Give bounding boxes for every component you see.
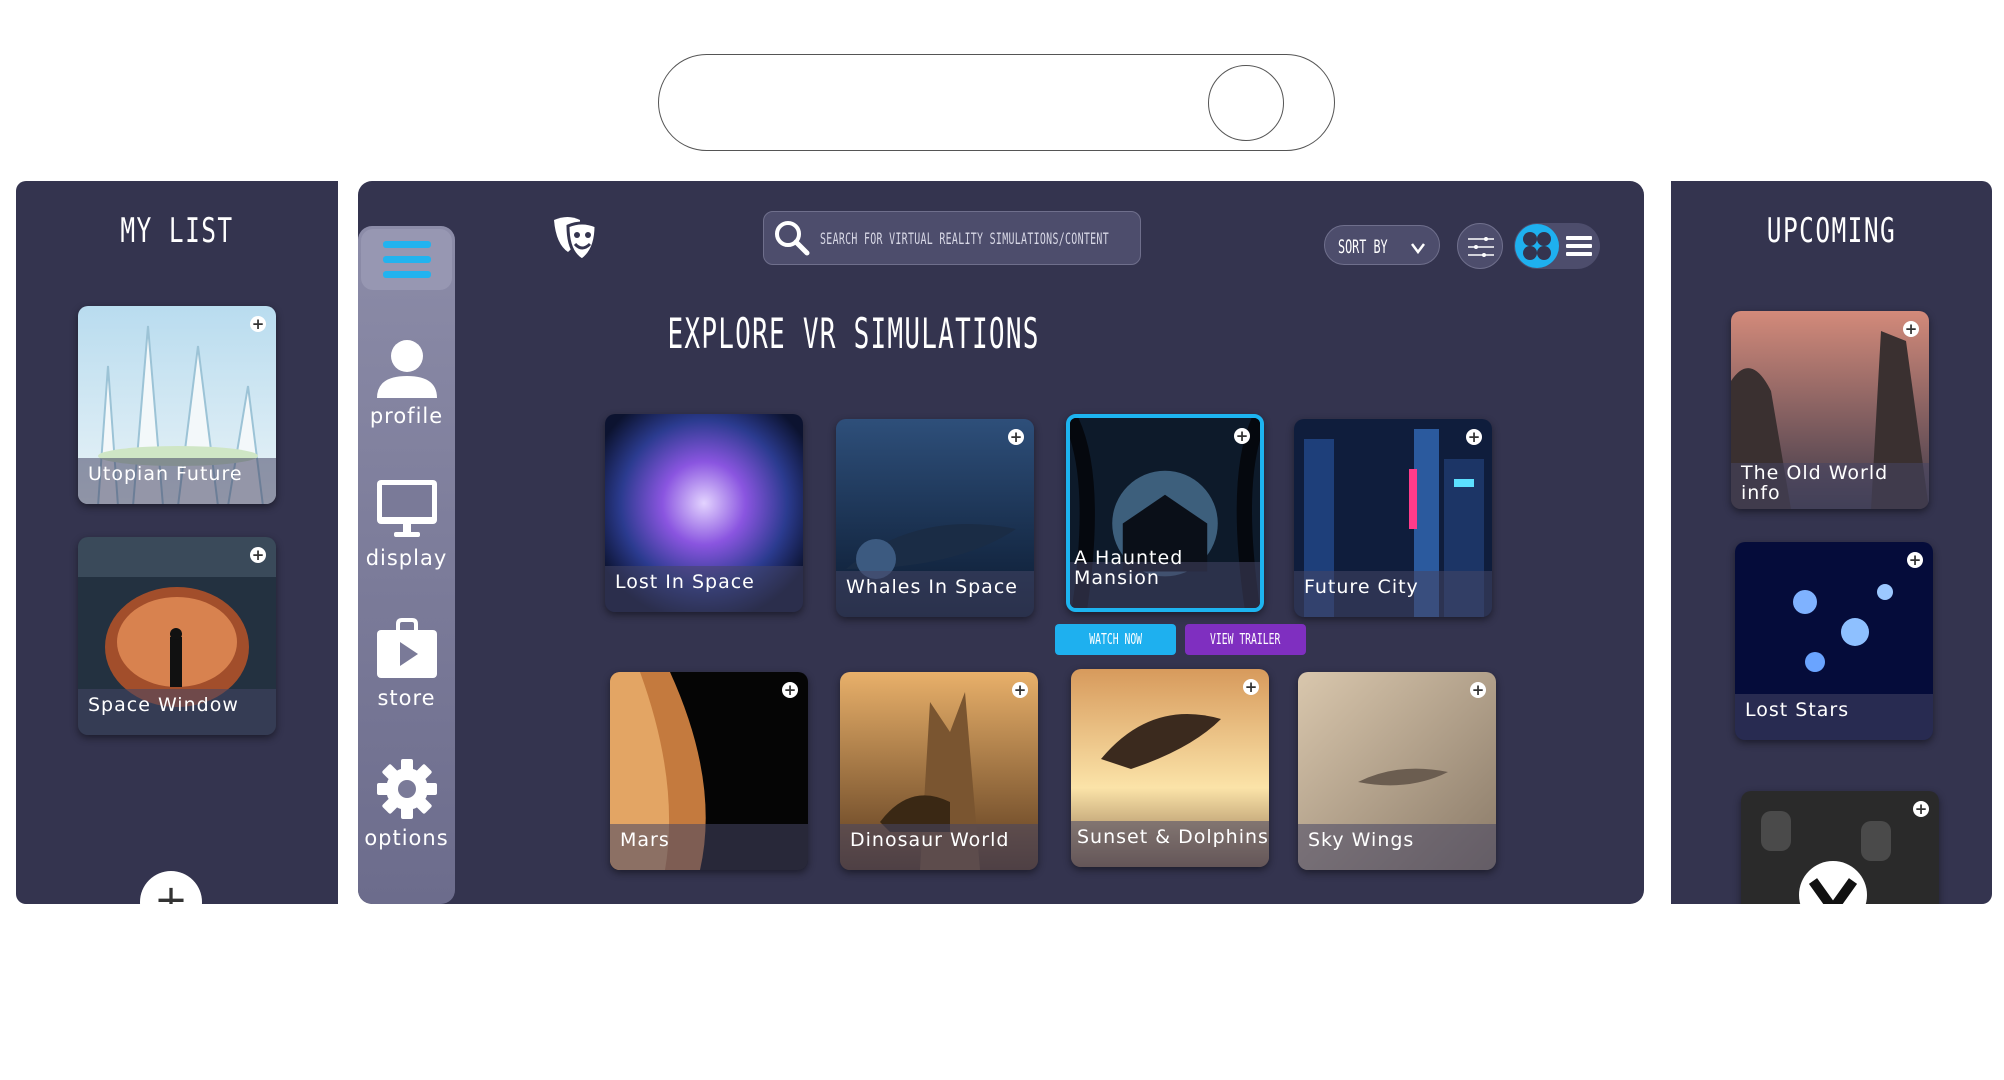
sim-card-mars[interactable]: Mars + — [610, 672, 808, 870]
plus-icon: + — [154, 877, 188, 904]
add-icon[interactable]: + — [1913, 801, 1929, 817]
card-label: Sky Wings — [1308, 829, 1415, 851]
theater-masks-logo — [548, 212, 602, 270]
chevron-down-icon — [1411, 243, 1425, 254]
my-list-title: MY LIST — [120, 211, 234, 251]
search-placeholder: SEARCH FOR VIRTUAL REALITY SIMULATIONS/C… — [820, 229, 1109, 248]
menu-line — [383, 241, 431, 248]
person-icon — [376, 340, 437, 398]
list-view-icon[interactable] — [1564, 231, 1594, 261]
rail-item-display[interactable]: display — [358, 478, 455, 570]
sim-card-sunset-dolphins[interactable]: Sunset & Dolphins + — [1071, 669, 1269, 867]
add-icon[interactable]: + — [1466, 429, 1482, 445]
add-icon[interactable]: + — [1008, 429, 1024, 445]
add-icon[interactable]: + — [250, 316, 266, 332]
my-list-panel: MY LIST Utopian Future + Space Window + … — [16, 181, 338, 904]
filter-button[interactable] — [1457, 223, 1503, 269]
rail-item-options[interactable]: options — [358, 758, 455, 850]
sim-card-sky-wings[interactable]: Sky Wings + — [1298, 672, 1496, 870]
card-label: Lost In Space — [615, 571, 755, 593]
rail-item-store[interactable]: store — [358, 618, 455, 710]
sim-card-whales-in-space[interactable]: Whales In Space + — [836, 419, 1034, 617]
search-icon — [775, 221, 810, 256]
watch-now-button[interactable]: WATCH NOW — [1055, 624, 1176, 655]
chevron-down-icon[interactable] — [1799, 861, 1867, 904]
sim-card-a-haunted-mansion[interactable]: A Haunted Mansion + — [1066, 414, 1264, 612]
sim-card-dinosaur-world[interactable]: Dinosaur World + — [840, 672, 1038, 870]
search-bar[interactable]: SEARCH FOR VIRTUAL REALITY SIMULATIONS/C… — [763, 211, 1141, 265]
hamburger-menu-button[interactable] — [361, 229, 452, 290]
view-trailer-button[interactable]: VIEW TRAILER — [1185, 624, 1306, 655]
card-label: Whales In Space — [846, 576, 1018, 598]
view-toggle[interactable] — [1514, 223, 1600, 269]
add-icon[interactable]: + — [1234, 428, 1250, 444]
card-label: Utopian Future — [88, 463, 243, 485]
toggle-knob[interactable] — [1208, 65, 1284, 141]
add-icon[interactable]: + — [1470, 682, 1486, 698]
add-icon[interactable]: + — [1243, 679, 1259, 695]
store-bag-icon — [376, 618, 437, 678]
main-panel: profile display store options SEARCH FOR… — [358, 181, 1644, 904]
my-list-card-space-window[interactable]: Space Window + — [78, 537, 276, 735]
view-trailer-label: VIEW TRAILER — [1210, 630, 1281, 648]
rail-label: options — [364, 826, 449, 850]
menu-line — [383, 256, 431, 263]
sliders-icon — [1468, 237, 1494, 257]
add-icon[interactable]: + — [250, 547, 266, 563]
my-list-card-utopian-future[interactable]: Utopian Future + — [78, 306, 276, 504]
card-label: Space Window — [88, 694, 239, 716]
monitor-icon — [376, 480, 437, 537]
card-label: Lost Stars — [1745, 699, 1850, 721]
add-icon[interactable]: + — [1012, 682, 1028, 698]
add-icon[interactable]: + — [1903, 321, 1919, 337]
rail-label: profile — [369, 404, 444, 428]
upcoming-panel: UPCOMING The Old World info + Lost Stars… — [1671, 181, 1992, 904]
card-label: Sunset & Dolphins — [1077, 826, 1269, 848]
sim-card-lost-in-space[interactable]: Lost In Space — [605, 414, 803, 612]
add-icon[interactable]: + — [1907, 552, 1923, 568]
theater-mask-icon — [554, 217, 598, 262]
sort-by-dropdown[interactable]: SORT BY — [1324, 225, 1440, 265]
card-label: The Old World info — [1741, 462, 1889, 504]
upcoming-card-lost-stars[interactable]: Lost Stars + — [1735, 542, 1933, 740]
add-to-list-button[interactable]: + — [140, 871, 202, 904]
sort-by-label: SORT BY — [1338, 236, 1388, 258]
upcoming-card-the-old-world[interactable]: The Old World info + — [1731, 311, 1929, 509]
card-label: Future City — [1304, 576, 1419, 598]
rail-item-profile[interactable]: profile — [358, 336, 455, 428]
gear-icon — [376, 759, 437, 819]
page-title: EXPLORE VR SIMULATIONS — [667, 309, 1040, 358]
rail-label: display — [365, 546, 448, 570]
rail-label: store — [377, 686, 436, 710]
upcoming-card-graveyard[interactable]: + — [1741, 791, 1939, 904]
add-icon[interactable]: + — [782, 682, 798, 698]
grid-view-icon[interactable] — [1514, 223, 1560, 269]
card-label: Mars — [620, 829, 670, 851]
card-label: A Haunted Mansion — [1074, 547, 1184, 589]
top-toggle-pill[interactable] — [658, 54, 1335, 151]
card-label: Dinosaur World — [850, 829, 1010, 851]
watch-now-label: WATCH NOW — [1089, 630, 1142, 648]
menu-line — [383, 271, 431, 278]
sim-card-future-city[interactable]: Future City + — [1294, 419, 1492, 617]
nav-rail: profile display store options — [358, 226, 455, 904]
upcoming-title: UPCOMING — [1766, 211, 1897, 251]
